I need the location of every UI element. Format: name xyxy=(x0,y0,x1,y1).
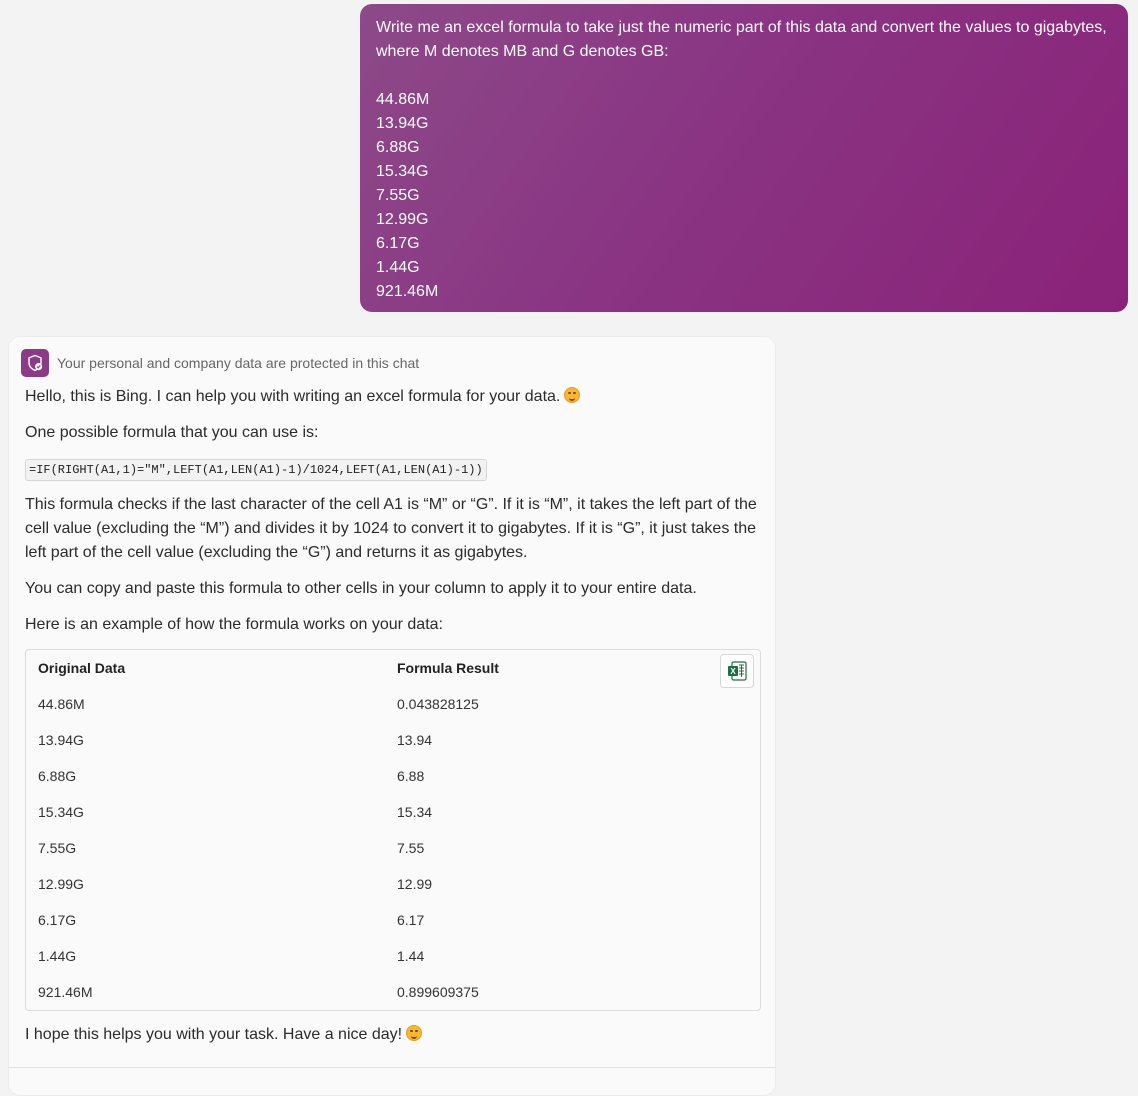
user-value: 6.88G xyxy=(376,139,420,156)
result-cell: 15.34 xyxy=(397,804,433,820)
original-cell: 1.44G xyxy=(38,948,77,964)
smiling-face-emoji xyxy=(406,1025,423,1041)
table-row: 13.94G 13.94 xyxy=(26,722,760,758)
user-value: 1.44G xyxy=(376,259,420,276)
table-row: 921.46M 0.899609375 xyxy=(26,974,760,1010)
table-row: 15.34G 15.34 xyxy=(26,794,760,830)
original-cell: 7.55G xyxy=(38,840,77,856)
bot-greeting: Hello, this is Bing. I can help you with… xyxy=(25,388,561,405)
result-cell: 13.94 xyxy=(397,732,433,748)
smiling-face-emoji xyxy=(564,387,581,403)
privacy-notice-text: Your personal and company data are prote… xyxy=(57,355,420,371)
user-value: 44.86M xyxy=(376,91,430,108)
user-message-bubble: Write me an excel formula to take just t… xyxy=(360,4,1128,312)
bot-example-intro: Here is an example of how the formula wo… xyxy=(25,616,443,633)
table-header-row: Original Data Formula Result xyxy=(26,650,760,686)
original-cell: 6.17G xyxy=(38,912,77,928)
result-cell: 12.99 xyxy=(397,876,433,892)
table-row: 44.86M 0.043828125 xyxy=(26,686,760,722)
excel-icon: X xyxy=(728,661,747,681)
bot-closing: I hope this helps you with your task. Ha… xyxy=(25,1026,403,1043)
table-row: 1.44G 1.44 xyxy=(26,938,760,974)
bot-lead: One possible formula that you can use is… xyxy=(25,424,319,441)
privacy-notice: Your personal and company data are prote… xyxy=(21,349,419,377)
table-row: 7.55G 7.55 xyxy=(26,830,760,866)
bot-explanation: This formula checks if the last characte… xyxy=(25,496,757,561)
original-cell: 13.94G xyxy=(38,732,84,748)
original-cell: 921.46M xyxy=(38,984,93,1000)
bot-copy-tip: You can copy and paste this formula to o… xyxy=(25,580,697,597)
user-value: 15.34G xyxy=(376,163,429,180)
result-cell: 0.899609375 xyxy=(397,984,479,1000)
formula-code[interactable]: =IF(RIGHT(A1,1)="M",LEFT(A1,LEN(A1)-1)/1… xyxy=(25,459,487,481)
table-row: 6.88G 6.88 xyxy=(26,758,760,794)
bot-greeting-line: Hello, this is Bing. I can help you with… xyxy=(25,385,759,409)
example-table-container: Original Data Formula Result 44.86M 0.043… xyxy=(25,649,761,1011)
result-cell: 0.043828125 xyxy=(397,696,479,712)
example-table: Original Data Formula Result 44.86M 0.043… xyxy=(26,650,760,1010)
bot-response-card: Your personal and company data are prote… xyxy=(8,336,776,1096)
original-cell: 15.34G xyxy=(38,804,84,820)
table-row: 6.17G 6.17 xyxy=(26,902,760,938)
user-value: 7.55G xyxy=(376,187,420,204)
original-cell: 6.88G xyxy=(38,768,77,784)
result-cell: 1.44 xyxy=(397,948,425,964)
card-divider xyxy=(9,1067,775,1068)
original-cell: 44.86M xyxy=(38,696,85,712)
result-cell: 6.88 xyxy=(397,768,425,784)
table-row: 12.99G 12.99 xyxy=(26,866,760,902)
result-cell: 7.55 xyxy=(397,840,425,856)
column-header-result: Formula Result xyxy=(397,660,499,676)
user-value: 921.46M xyxy=(376,283,439,300)
bot-closing-line: I hope this helps you with your task. Ha… xyxy=(25,1023,759,1047)
user-value: 12.99G xyxy=(376,211,429,228)
original-cell: 12.99G xyxy=(38,876,84,892)
column-header-original: Original Data xyxy=(38,660,126,676)
shield-check-icon xyxy=(21,349,49,377)
result-cell: 6.17 xyxy=(397,912,425,928)
user-value: 6.17G xyxy=(376,235,420,252)
user-message-intro: Write me an excel formula to take just t… xyxy=(376,19,1107,60)
bot-message-content: Hello, this is Bing. I can help you with… xyxy=(25,385,761,1059)
export-to-excel-button[interactable]: X xyxy=(720,654,754,688)
user-value: 13.94G xyxy=(376,115,429,132)
excel-icon-letter: X xyxy=(730,667,736,676)
